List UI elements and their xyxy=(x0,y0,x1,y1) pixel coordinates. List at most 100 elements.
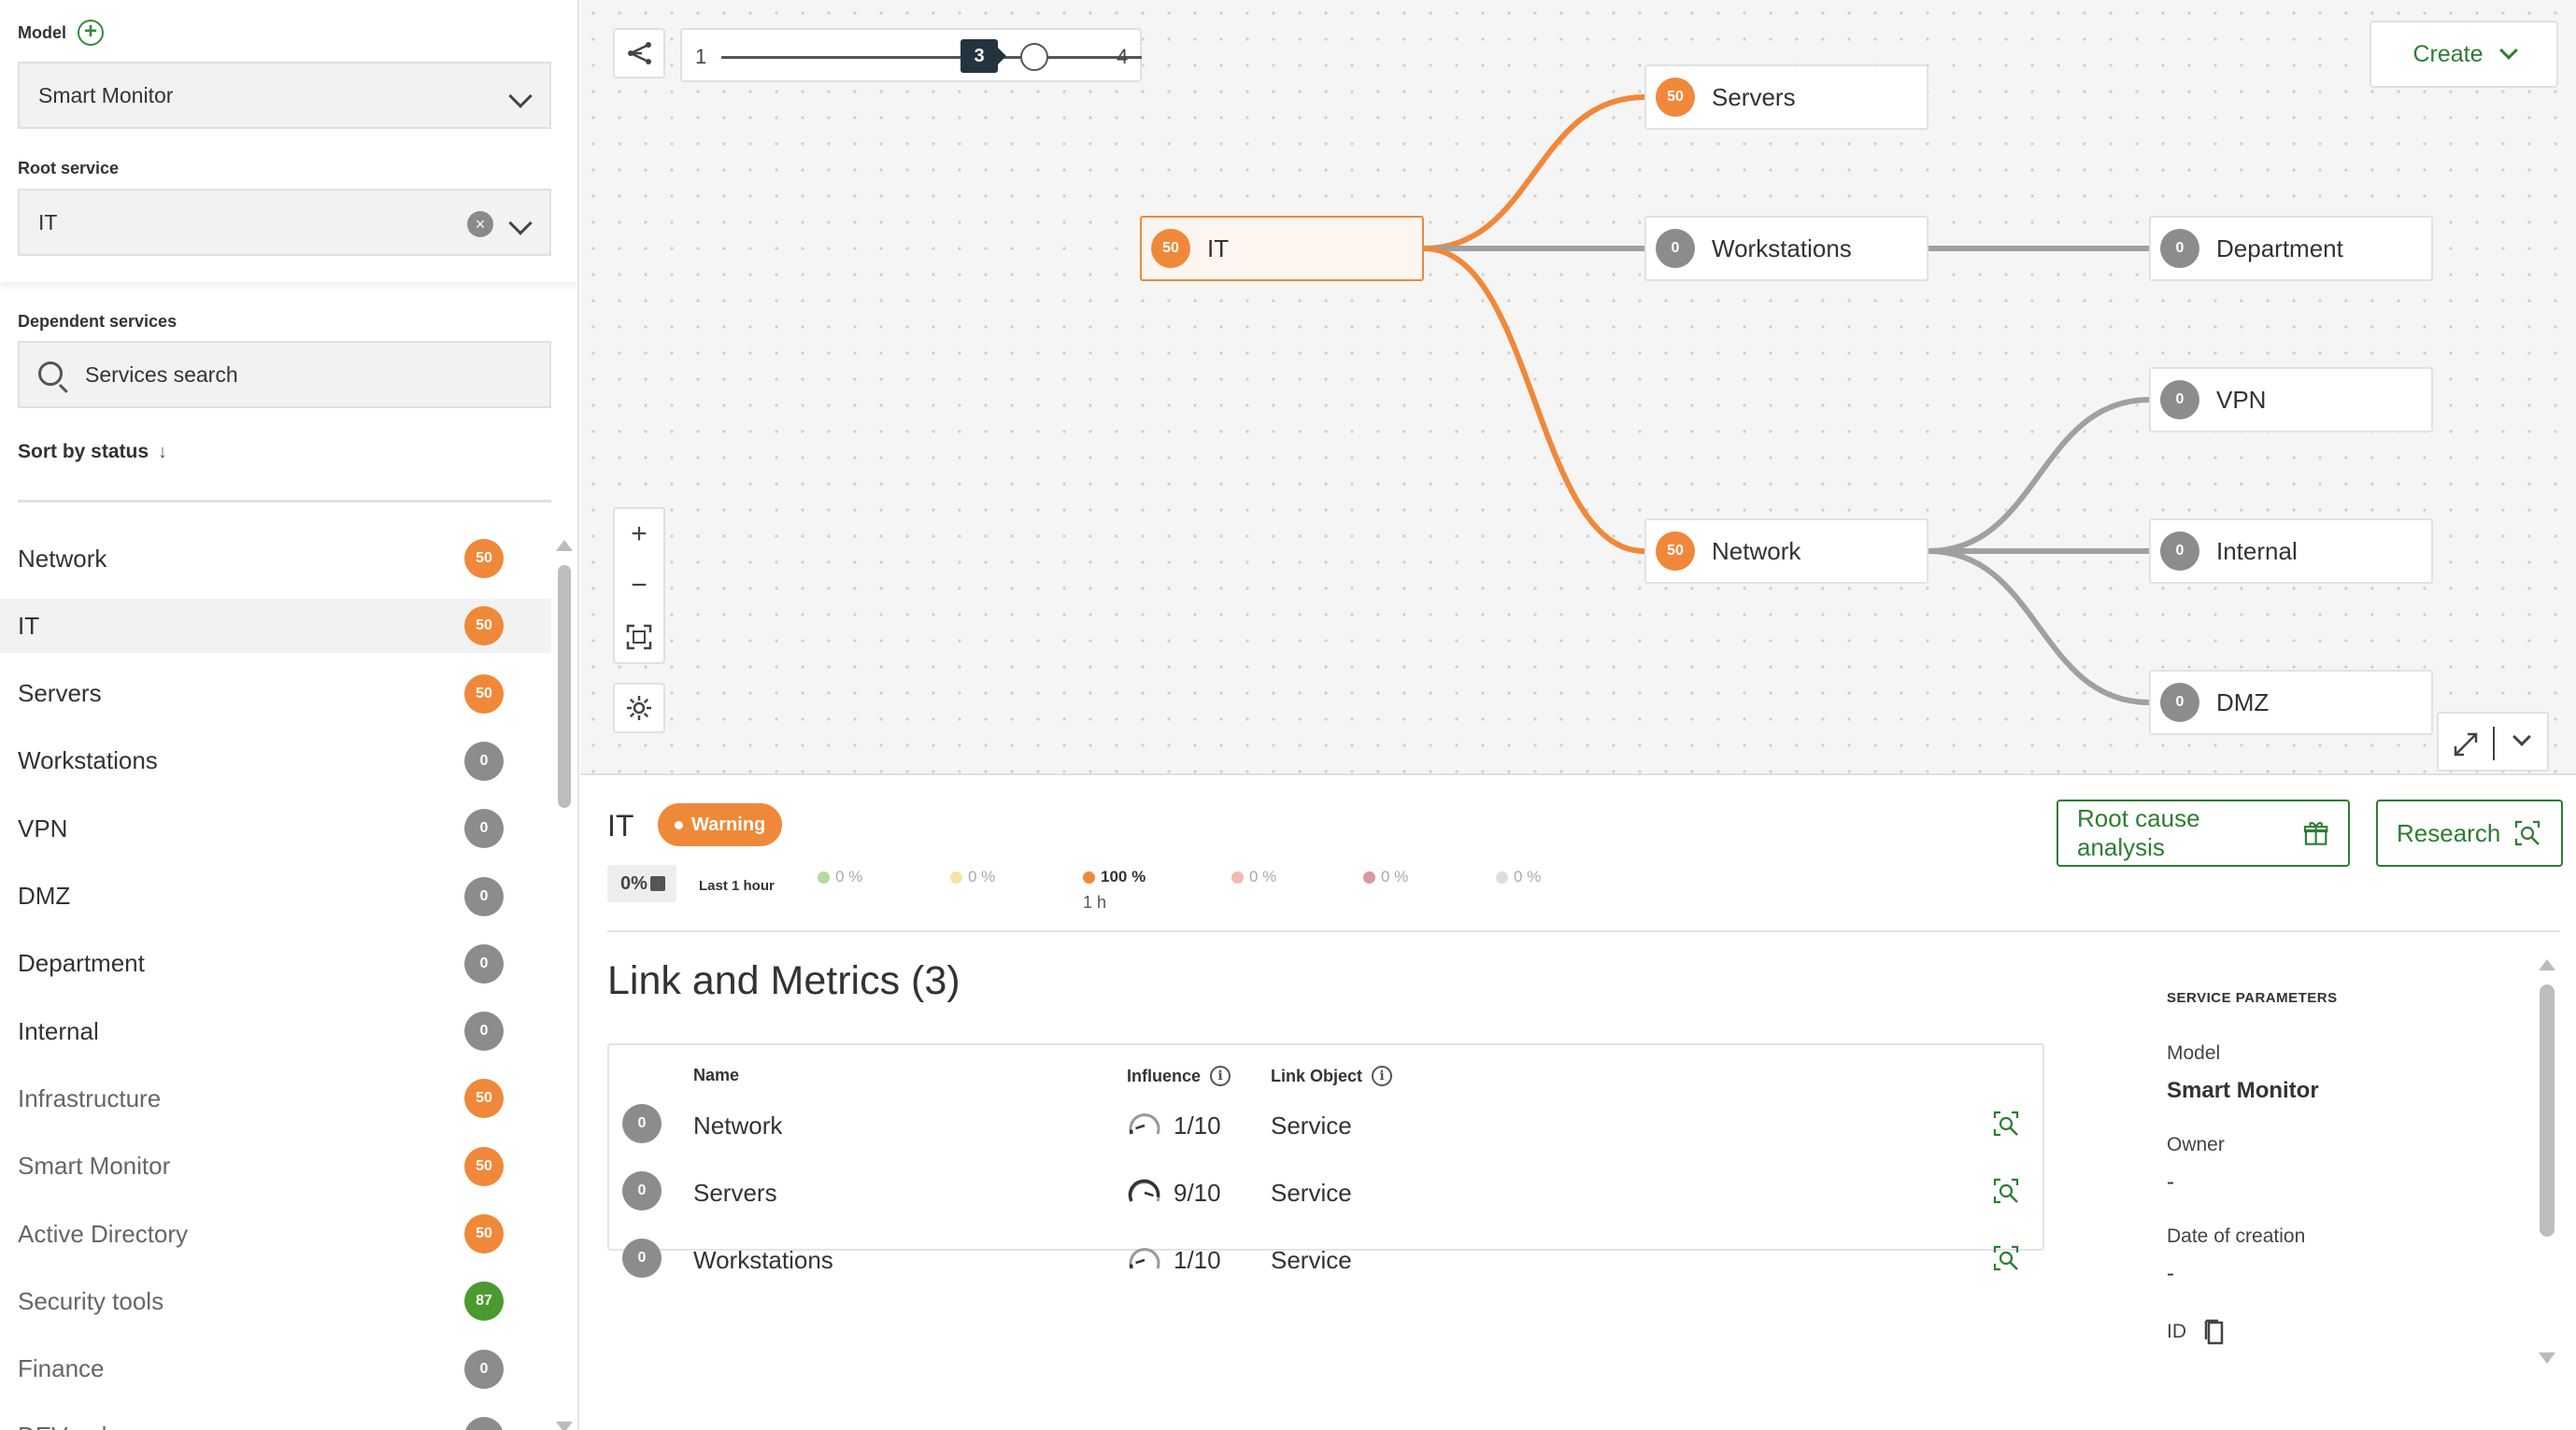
column-influence-label: Influence xyxy=(1127,1066,1202,1085)
root-cause-analysis-button[interactable]: Root cause analysis xyxy=(2057,800,2350,867)
param-date-label: Date of creation xyxy=(2167,1225,2306,1247)
sidebar-scrollbar[interactable] xyxy=(558,565,571,808)
service-list-item[interactable]: Workstations 0 xyxy=(0,734,551,788)
scroll-up-icon[interactable] xyxy=(556,540,573,551)
service-list-item[interactable]: Smart Monitor 50 xyxy=(0,1140,551,1194)
distribution-item: 0 % xyxy=(1496,868,1541,886)
zoom-out-button[interactable]: − xyxy=(613,559,665,612)
service-list-item[interactable]: Finance 0 xyxy=(0,1342,551,1396)
scroll-up-icon[interactable] xyxy=(2539,959,2555,970)
service-name: Finance xyxy=(18,1354,105,1383)
links-metrics-title: Link and Metrics (3) xyxy=(607,958,961,1003)
graph-node-vpn[interactable]: 0 VPN xyxy=(2149,367,2433,432)
sort-by-status-button[interactable]: Sort by status ↓ xyxy=(18,441,167,463)
service-list-item[interactable]: DEV polygon 0 xyxy=(0,1409,551,1430)
row-influence: 9/10 xyxy=(1174,1179,1221,1207)
scroll-down-icon[interactable] xyxy=(556,1422,573,1430)
research-label: Research xyxy=(2397,818,2501,847)
node-label: Network xyxy=(1712,536,1801,565)
distribution-item: 0 % xyxy=(1231,868,1276,886)
service-name: DMZ xyxy=(18,882,71,910)
service-name: Infrastructure xyxy=(18,1083,162,1112)
column-header-link-object[interactable]: Link Object i xyxy=(1271,1066,1393,1086)
status-dot-icon xyxy=(1496,871,1508,884)
status-badge: Warning xyxy=(658,803,783,846)
row-name: Network xyxy=(693,1111,783,1140)
graph-node-dmz[interactable]: 0 DMZ xyxy=(2149,670,2433,735)
current-percent-chip[interactable]: 0% xyxy=(607,865,676,902)
services-search[interactable] xyxy=(18,341,551,408)
column-header-influence[interactable]: Influence i xyxy=(1127,1066,1231,1086)
depth-max-label: 4 xyxy=(1117,45,1129,68)
gauge-icon xyxy=(1128,1179,1160,1202)
depth-slider[interactable]: 1 3 4 xyxy=(680,28,1142,82)
model-select[interactable]: Smart Monitor xyxy=(18,62,551,129)
status-dot-icon xyxy=(1231,871,1244,884)
info-icon[interactable]: i xyxy=(1210,1066,1231,1086)
fit-to-screen-button[interactable] xyxy=(613,612,665,664)
table-row[interactable]: 0 Workstations 1/10 Service xyxy=(609,1229,2042,1291)
create-button[interactable]: Create xyxy=(2370,21,2558,88)
param-model-value: Smart Monitor xyxy=(2167,1078,2319,1103)
status-badge: 0 xyxy=(464,1416,504,1430)
panel-controls xyxy=(2437,712,2549,772)
graph-node-servers[interactable]: 50 Servers xyxy=(1644,64,1928,130)
row-influence: 1/10 xyxy=(1174,1111,1221,1140)
service-list-item[interactable]: Active Directory 50 xyxy=(0,1207,551,1261)
node-label: Servers xyxy=(1712,82,1796,111)
node-label: Department xyxy=(2216,234,2343,262)
status-badge: 0 xyxy=(622,1239,662,1278)
node-label: IT xyxy=(1207,234,1230,262)
graph-node-department[interactable]: 0 Department xyxy=(2149,216,2433,281)
depth-slider-handle[interactable] xyxy=(1020,43,1048,71)
row-influence: 1/10 xyxy=(1174,1246,1221,1274)
service-list-item[interactable]: VPN 0 xyxy=(0,801,551,856)
column-link-object-label: Link Object xyxy=(1271,1066,1363,1085)
add-model-icon[interactable]: + xyxy=(78,20,104,46)
service-name: VPN xyxy=(18,814,68,842)
research-icon[interactable] xyxy=(1992,1177,2020,1205)
divider xyxy=(18,500,551,503)
service-list-item[interactable]: Infrastructure 50 xyxy=(0,1071,551,1126)
distribution-percent: 0 % xyxy=(1249,868,1277,885)
service-list-item[interactable]: Network 50 xyxy=(0,531,551,586)
status-badge: 0 xyxy=(464,943,504,984)
distribution-percent: 0 % xyxy=(1514,868,1542,885)
current-percent: 0% xyxy=(620,872,648,894)
column-header-name[interactable]: Name xyxy=(693,1066,739,1085)
service-list-item[interactable]: Security tools 87 xyxy=(0,1274,551,1328)
root-service-select[interactable]: IT × xyxy=(18,189,551,256)
graph-node-workstations[interactable]: 0 Workstations xyxy=(1644,216,1928,281)
expand-icon[interactable] xyxy=(2452,730,2480,758)
research-icon[interactable] xyxy=(1992,1110,2020,1138)
layout-toggle-button[interactable] xyxy=(613,28,665,78)
services-search-input[interactable] xyxy=(85,343,534,406)
graph-node-it[interactable]: 50 IT xyxy=(1140,216,1424,281)
status-badge: 50 xyxy=(1656,531,1695,571)
node-label: Internal xyxy=(2216,536,2298,565)
model-label: Model xyxy=(18,23,66,42)
research-icon[interactable] xyxy=(1992,1244,2020,1272)
table-row[interactable]: 0 Network 1/10 Service xyxy=(609,1095,2042,1156)
divider xyxy=(607,930,2560,932)
chevron-down-icon[interactable] xyxy=(2512,728,2531,746)
graph-node-network[interactable]: 50 Network xyxy=(1644,518,1928,584)
clear-icon[interactable]: × xyxy=(467,211,493,237)
service-list-item[interactable]: Internal 0 xyxy=(0,1004,551,1058)
info-icon[interactable]: i xyxy=(1372,1066,1393,1086)
service-graph-canvas[interactable]: 1 3 4 Create + − 50 IT 50 Servers 0 Workstati… xyxy=(580,0,2576,773)
depth-slider-track[interactable] xyxy=(721,56,1142,59)
table-row[interactable]: 0 Servers 9/10 Service xyxy=(609,1162,2042,1224)
graph-settings-button[interactable] xyxy=(613,683,665,733)
research-button[interactable]: Research xyxy=(2376,800,2563,867)
copy-icon[interactable] xyxy=(2201,1317,2227,1347)
graph-node-internal[interactable]: 0 Internal xyxy=(2149,518,2433,584)
zoom-in-button[interactable]: + xyxy=(613,507,665,559)
scroll-down-icon[interactable] xyxy=(2539,1352,2555,1364)
service-list-item[interactable]: DMZ 0 xyxy=(0,870,551,924)
status-square-icon xyxy=(650,876,665,891)
detail-scrollbar[interactable] xyxy=(2540,984,2555,1237)
service-list-item[interactable]: Servers 50 xyxy=(0,667,551,721)
service-list-item[interactable]: IT 50 xyxy=(0,599,551,654)
service-list-item[interactable]: Department 0 xyxy=(0,937,551,991)
